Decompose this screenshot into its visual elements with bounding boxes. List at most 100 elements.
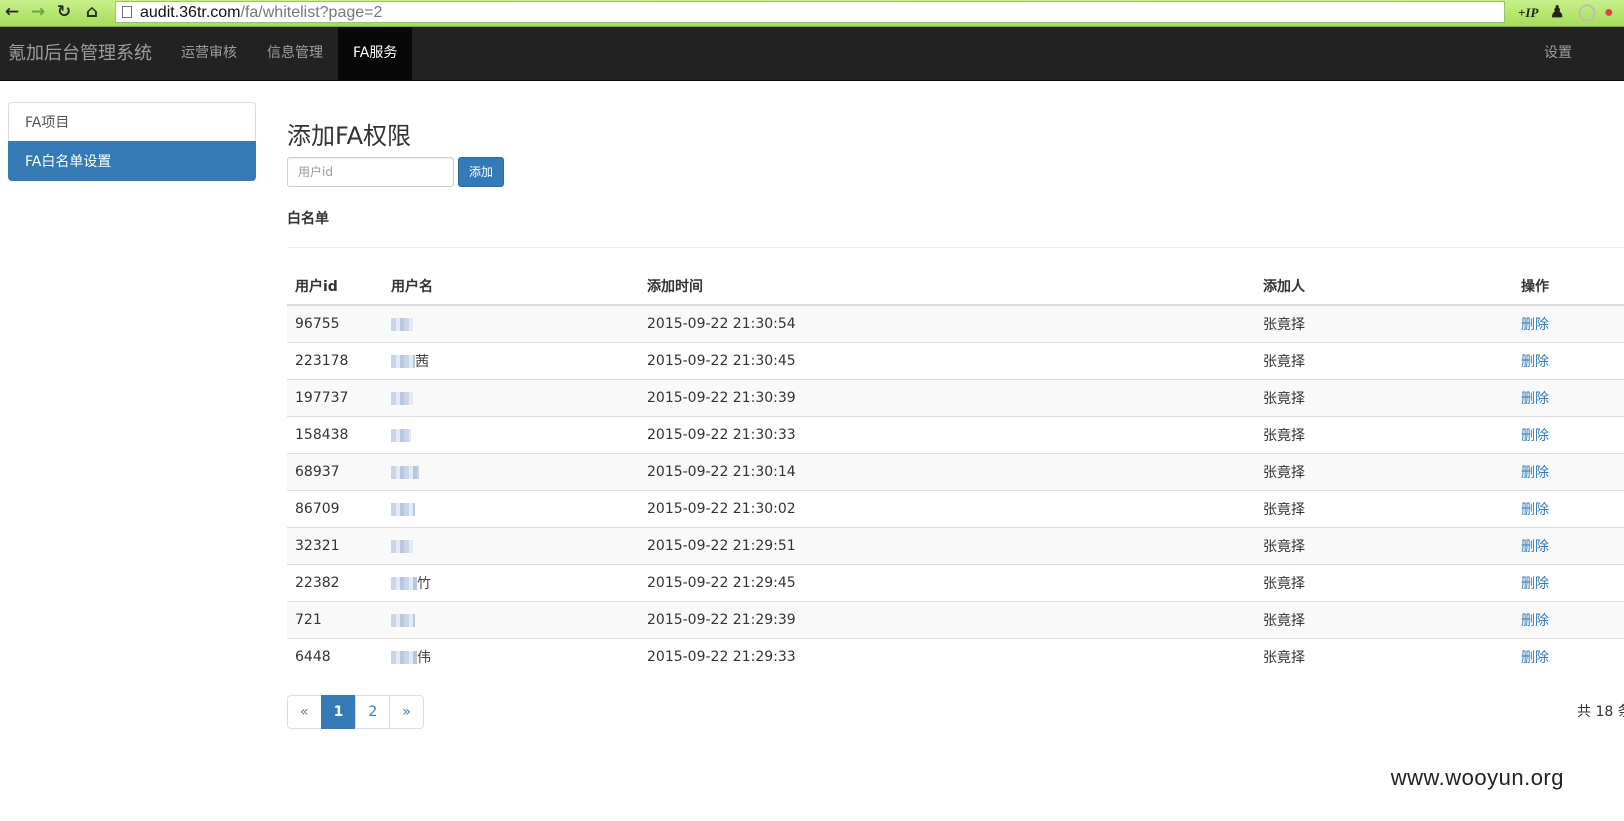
pagination-page-1[interactable]: 1 (320, 695, 357, 729)
cell-user-name-suffix: 茜 (415, 354, 429, 370)
back-arrow-icon[interactable]: ← (2, 2, 22, 22)
cell-adder: 张竟择 (1255, 601, 1513, 639)
settings-link[interactable]: 设置 (1544, 27, 1572, 80)
cell-adder: 张竟择 (1255, 638, 1513, 675)
redacted-name (391, 539, 413, 553)
browser-toolbar: ← → ↻ ⌂ audit.36tr.com/fa/whitelist?page… (0, 0, 1624, 27)
cell-add-time: 2015-09-22 21:29:45 (639, 564, 1255, 602)
delete-link[interactable]: 删除 (1521, 502, 1549, 518)
cell-add-time: 2015-09-22 21:30:54 (639, 304, 1255, 343)
cell-user-id: 721 (287, 601, 383, 639)
nav-item-review[interactable]: 运营审核 (166, 27, 252, 80)
cell-user-name-suffix: 竹 (417, 576, 431, 592)
total-count: 共 18 条 (1577, 704, 1624, 720)
delete-link[interactable]: 删除 (1521, 354, 1549, 370)
cell-user-id: 32321 (287, 527, 383, 565)
cell-user-id: 197737 (287, 379, 383, 417)
page-title: 添加FA权限 (287, 122, 412, 150)
pagination-prev[interactable]: « (287, 695, 322, 729)
table-row: 32321 2015-09-22 21:29:51 张竟择 删除 (287, 527, 1624, 565)
cell-user-name: 竹 (383, 564, 639, 602)
watermark: www.wooyun.org (1390, 765, 1564, 790)
page-icon (122, 6, 132, 18)
pagination: « 1 2 » (287, 695, 424, 729)
header-user-name: 用户名 (383, 268, 639, 306)
cell-action: 删除 (1513, 379, 1624, 417)
delete-link[interactable]: 删除 (1521, 539, 1549, 555)
redacted-name (391, 428, 411, 442)
delete-link[interactable]: 删除 (1521, 465, 1549, 481)
table-row: 197737 2015-09-22 21:30:39 张竟择 删除 (287, 379, 1624, 417)
forward-arrow-icon[interactable]: → (28, 2, 48, 22)
cell-adder: 张竟择 (1255, 527, 1513, 565)
cell-add-time: 2015-09-22 21:30:39 (639, 379, 1255, 417)
pagination-next[interactable]: » (389, 695, 424, 729)
divider (287, 247, 1624, 248)
cell-user-id: 86709 (287, 490, 383, 528)
cell-user-id: 96755 (287, 304, 383, 343)
redacted-name (391, 354, 415, 368)
header-add-time: 添加时间 (639, 268, 1255, 306)
pagination-page-2[interactable]: 2 (355, 695, 391, 729)
cell-adder: 张竟择 (1255, 564, 1513, 602)
cell-add-time: 2015-09-22 21:29:39 (639, 601, 1255, 639)
table-row: 6448 伟 2015-09-22 21:29:33 张竟择 删除 (287, 638, 1624, 675)
table-row: 721 2015-09-22 21:29:39 张竟择 删除 (287, 601, 1624, 639)
delete-link[interactable]: 删除 (1521, 428, 1549, 444)
nav-item-fa-service[interactable]: FA服务 (338, 27, 413, 80)
table-header-row: 用户id 用户名 添加时间 添加人 操作 (287, 268, 1624, 306)
home-icon[interactable]: ⌂ (82, 2, 102, 22)
cell-add-time: 2015-09-22 21:30:14 (639, 453, 1255, 491)
cell-user-id: 22382 (287, 564, 383, 602)
cell-add-time: 2015-09-22 21:29:51 (639, 527, 1255, 565)
reload-icon[interactable]: ↻ (54, 2, 74, 22)
cell-user-name (383, 416, 639, 454)
nav-item-info[interactable]: 信息管理 (252, 27, 338, 80)
table-row: 158438 2015-09-22 21:30:33 张竟择 删除 (287, 416, 1624, 454)
ip-extension-icon[interactable]: +IP (1518, 3, 1538, 23)
sidebar-item-fa-whitelist[interactable]: FA白名单设置 (8, 141, 256, 181)
delete-link[interactable]: 删除 (1521, 613, 1549, 629)
cell-user-id: 158438 (287, 416, 383, 454)
delete-link[interactable]: 删除 (1521, 576, 1549, 592)
top-navbar: 氪加后台管理系统 运营审核 信息管理 FA服务 设置 (0, 27, 1624, 81)
table-row: 223178 茜 2015-09-22 21:30:45 张竟择 删除 (287, 342, 1624, 380)
address-bar[interactable]: audit.36tr.com/fa/whitelist?page=2 (115, 1, 1505, 23)
cell-action: 删除 (1513, 453, 1624, 491)
header-adder: 添加人 (1255, 268, 1513, 306)
cell-action: 删除 (1513, 342, 1624, 380)
header-action: 操作 (1513, 268, 1624, 306)
redacted-name (391, 576, 417, 590)
cell-action: 删除 (1513, 638, 1624, 675)
delete-link[interactable]: 删除 (1521, 317, 1549, 333)
redacted-name (391, 317, 413, 331)
delete-link[interactable]: 删除 (1521, 391, 1549, 407)
section-title: 白名单 (287, 211, 329, 227)
redacted-name (391, 650, 417, 664)
cell-adder: 张竟择 (1255, 379, 1513, 417)
header-user-id: 用户id (287, 268, 383, 306)
add-button[interactable]: 添加 (458, 157, 504, 187)
sidebar-item-fa-project[interactable]: FA项目 (8, 102, 256, 142)
extension-icon[interactable]: ♟ (1550, 3, 1564, 23)
table-row: 96755 2015-09-22 21:30:54 张竟择 删除 (287, 304, 1624, 343)
cell-adder: 张竟择 (1255, 453, 1513, 491)
cell-user-name: 茜 (383, 342, 639, 380)
extension-circle-icon[interactable]: ◯ (1578, 3, 1596, 23)
cell-action: 删除 (1513, 416, 1624, 454)
redacted-name (391, 502, 415, 516)
delete-link[interactable]: 删除 (1521, 650, 1549, 666)
redacted-name (391, 613, 415, 627)
brand-title[interactable]: 氪加后台管理系统 (8, 27, 152, 80)
cell-user-name (383, 379, 639, 417)
redacted-name (391, 391, 413, 405)
cell-add-time: 2015-09-22 21:30:02 (639, 490, 1255, 528)
cell-action: 删除 (1513, 564, 1624, 602)
cell-add-time: 2015-09-22 21:30:33 (639, 416, 1255, 454)
cell-user-name-suffix: 伟 (417, 650, 431, 666)
extension-red-icon[interactable]: ● (1604, 3, 1614, 23)
cell-add-time: 2015-09-22 21:30:45 (639, 342, 1255, 380)
cell-adder: 张竟择 (1255, 342, 1513, 380)
table-row: 22382 竹 2015-09-22 21:29:45 张竟择 删除 (287, 564, 1624, 602)
user-id-input[interactable] (287, 157, 454, 187)
